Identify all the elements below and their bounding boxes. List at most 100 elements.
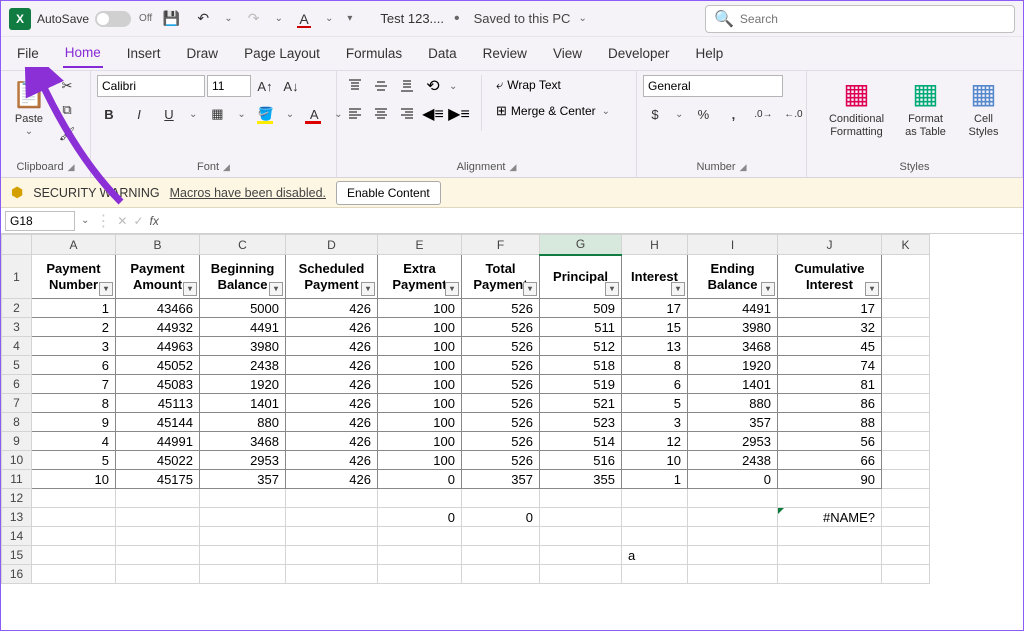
align-center-icon[interactable]	[369, 103, 393, 125]
row-header-6[interactable]: 6	[2, 375, 32, 394]
cell[interactable]: 3468	[200, 432, 286, 451]
cell[interactable]: 526	[462, 337, 540, 356]
cell[interactable]	[882, 394, 930, 413]
redo-icon[interactable]: ↷	[241, 6, 267, 32]
cell[interactable]	[882, 299, 930, 318]
cell[interactable]	[462, 546, 540, 565]
cell[interactable]: 100	[378, 299, 462, 318]
cell[interactable]	[882, 527, 930, 546]
font-size-select[interactable]	[207, 75, 251, 97]
enter-formula-icon[interactable]: ✓	[133, 214, 143, 228]
cell[interactable]: 1920	[688, 356, 778, 375]
cell[interactable]	[882, 318, 930, 337]
cell[interactable]: 17	[622, 299, 688, 318]
cell[interactable]: 3980	[200, 337, 286, 356]
cell[interactable]: 518	[540, 356, 622, 375]
cell[interactable]: 4491	[200, 318, 286, 337]
cell[interactable]: 3	[622, 413, 688, 432]
cell[interactable]	[378, 527, 462, 546]
row-header-9[interactable]: 9	[2, 432, 32, 451]
cell[interactable]: 526	[462, 394, 540, 413]
cell[interactable]: 86	[778, 394, 882, 413]
bold-button[interactable]: B	[97, 103, 121, 125]
cell[interactable]: 1920	[200, 375, 286, 394]
cell[interactable]: 3	[32, 337, 116, 356]
select-all-corner[interactable]	[2, 235, 32, 255]
cell[interactable]: a	[622, 546, 688, 565]
cell[interactable]	[882, 356, 930, 375]
table-header[interactable]: PaymentNumber▾	[32, 255, 116, 299]
save-icon[interactable]: 💾	[158, 6, 184, 32]
cell[interactable]: 426	[286, 451, 378, 470]
cell[interactable]: 519	[540, 375, 622, 394]
tab-review[interactable]: Review	[481, 40, 529, 67]
cell[interactable]: 15	[622, 318, 688, 337]
wrap-text-button[interactable]: ⤶ Wrap Text	[492, 75, 616, 95]
table-header[interactable]: ExtraPayment▾	[378, 255, 462, 299]
cell[interactable]	[462, 489, 540, 508]
redo-dropdown-icon[interactable]: ⌄	[275, 13, 283, 24]
align-bottom-icon[interactable]	[395, 75, 419, 97]
cell[interactable]: 526	[462, 299, 540, 318]
percent-icon[interactable]: %	[691, 103, 715, 125]
increase-indent-icon[interactable]: ▶≡	[447, 103, 471, 125]
cell[interactable]: 357	[688, 413, 778, 432]
row-header-2[interactable]: 2	[2, 299, 32, 318]
borders-icon[interactable]: ▦	[205, 103, 229, 125]
cell[interactable]: 100	[378, 375, 462, 394]
cell[interactable]	[688, 546, 778, 565]
cell[interactable]	[540, 546, 622, 565]
cell[interactable]: 5000	[200, 299, 286, 318]
cell[interactable]	[622, 527, 688, 546]
cell[interactable]: 12	[622, 432, 688, 451]
cell[interactable]	[778, 489, 882, 508]
increase-decimal-icon[interactable]: .0→	[751, 103, 775, 125]
cell[interactable]: 4491	[688, 299, 778, 318]
cell[interactable]: 526	[462, 375, 540, 394]
cell[interactable]	[378, 546, 462, 565]
cell[interactable]: 3468	[688, 337, 778, 356]
column-header-F[interactable]: F	[462, 235, 540, 255]
cell[interactable]: 5	[32, 451, 116, 470]
cell[interactable]: 426	[286, 413, 378, 432]
row-header-4[interactable]: 4	[2, 337, 32, 356]
cell[interactable]	[882, 413, 930, 432]
cell[interactable]	[882, 451, 930, 470]
cell[interactable]	[540, 508, 622, 527]
filter-arrow-icon[interactable]: ▾	[761, 282, 775, 296]
cell[interactable]: 2953	[200, 451, 286, 470]
table-header[interactable]: ScheduledPayment▾	[286, 255, 378, 299]
cell[interactable]	[882, 470, 930, 489]
cell[interactable]	[32, 527, 116, 546]
orientation-dropdown-icon[interactable]: ⌄	[449, 81, 457, 92]
save-status-dropdown-icon[interactable]: ⌄	[578, 13, 586, 24]
qat-customize-icon[interactable]: ▾	[347, 13, 352, 24]
search-box[interactable]: 🔍	[705, 5, 1015, 33]
paste-button[interactable]: 📋 Paste ⌄	[7, 75, 51, 140]
cell[interactable]: 2438	[200, 356, 286, 375]
cell[interactable]	[882, 255, 930, 299]
align-right-icon[interactable]	[395, 103, 419, 125]
cell[interactable]: 521	[540, 394, 622, 413]
decrease-font-icon[interactable]: A↓	[279, 75, 303, 97]
cut-icon[interactable]: ✂	[55, 75, 79, 97]
cell[interactable]	[882, 508, 930, 527]
table-header[interactable]: Principal▾	[540, 255, 622, 299]
tab-draw[interactable]: Draw	[185, 40, 221, 67]
cell[interactable]: 66	[778, 451, 882, 470]
tab-formulas[interactable]: Formulas	[344, 40, 404, 67]
cell[interactable]	[200, 489, 286, 508]
cell[interactable]	[200, 546, 286, 565]
filter-arrow-icon[interactable]: ▾	[605, 282, 619, 296]
merge-dropdown-icon[interactable]: ⌄	[602, 106, 610, 117]
document-name[interactable]: Test 123....	[380, 11, 444, 26]
cell[interactable]	[286, 565, 378, 584]
cell[interactable]	[622, 565, 688, 584]
tab-page-layout[interactable]: Page Layout	[242, 40, 322, 67]
column-header-G[interactable]: G	[540, 235, 622, 255]
formula-input[interactable]	[165, 214, 1017, 228]
font-name-select[interactable]	[97, 75, 205, 97]
filter-arrow-icon[interactable]: ▾	[523, 282, 537, 296]
increase-font-icon[interactable]: A↑	[253, 75, 277, 97]
number-launcher-icon[interactable]: ◢	[740, 162, 747, 173]
